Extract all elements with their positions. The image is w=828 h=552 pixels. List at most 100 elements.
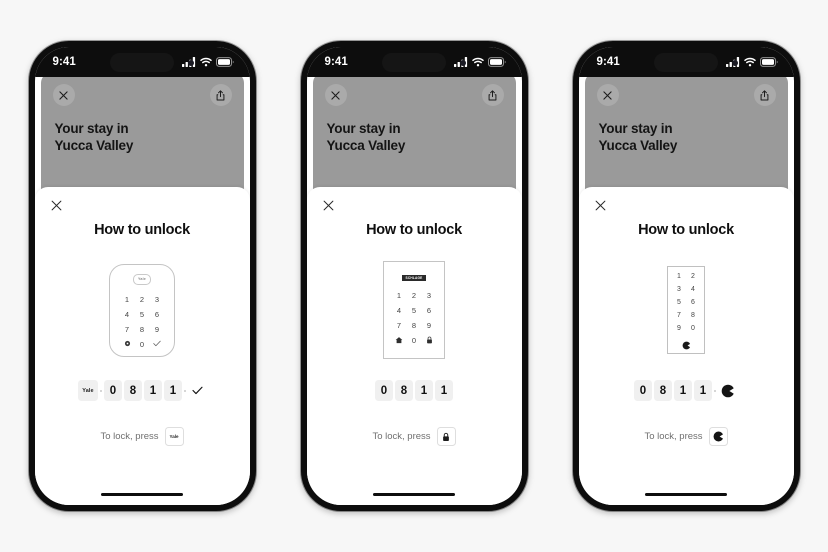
phone-mockup-schlage: 9:41 Your stay in Yucca Valley How to un…: [300, 41, 528, 511]
close-icon: [603, 90, 612, 100]
keypad-key: 9: [154, 324, 160, 334]
keypad-grid: 1 2 3 4 5 6 7 8 9 0: [392, 288, 437, 348]
lock-illustration-wrap: Yale 1 2 3 4 5 6 7 8 9 0: [109, 260, 175, 360]
lock-instruction: To lock, press: [372, 427, 456, 446]
stay-title-line1: Your stay in: [326, 121, 401, 136]
header-share-button[interactable]: [209, 84, 232, 106]
keypad-key: 1: [124, 294, 130, 304]
sheet-close-button[interactable]: [323, 198, 335, 211]
battery-icon: [215, 56, 234, 67]
stay-title: Your stay in Yucca Valley: [41, 117, 244, 155]
how-to-unlock-sheet: How to unlock Yale 1 2 3 4 5 6 7 8 9 0 Y…: [34, 187, 250, 505]
keypad-key: 3: [426, 291, 432, 300]
status-bar-time: 9:41: [52, 55, 76, 68]
unlock-code-row: 0 8 1 1: [375, 380, 453, 401]
phone-screen: 9:41 Your stay in Yucca Valley How to un…: [306, 47, 522, 505]
keypad-key: 6: [426, 306, 432, 315]
stay-header-card: Your stay in Yucca Valley: [40, 73, 244, 193]
keypad-key: 0: [411, 336, 417, 345]
sheet-title: How to unlock: [94, 222, 190, 238]
stay-header-card: Your stay in Yucca Valley: [312, 73, 516, 193]
lock-instruction-text: To lock, press: [372, 431, 431, 442]
keypad-key: 0: [691, 325, 695, 332]
keypad-key: 7: [677, 312, 681, 319]
keypad-key: 5: [411, 306, 417, 315]
code-digit: 1: [415, 380, 433, 401]
stay-title-line2: Yucca Valley: [54, 137, 134, 153]
stay-header-card: Your stay in Yucca Valley: [584, 73, 788, 193]
how-to-unlock-sheet: How to unlock SCHLAGE 1 2 3 4 5 6 7 8 9 …: [306, 187, 522, 505]
keypad-grid: 1 2 3 4 5 6 7 8 9 0: [120, 292, 165, 352]
lock-instruction-badge: [708, 427, 728, 446]
yale-brand-icon: Yale: [133, 273, 151, 285]
share-icon: [216, 89, 225, 100]
code-digit: 8: [124, 380, 142, 401]
check-icon: [153, 340, 161, 349]
header-toolbar: [313, 73, 516, 117]
close-icon: [331, 90, 340, 100]
check-icon: [191, 386, 203, 395]
keypad-key: 0: [139, 339, 145, 349]
sheet-title: How to unlock: [366, 222, 462, 238]
header-toolbar: [41, 73, 244, 117]
gear-icon: [124, 340, 131, 349]
header-share-button[interactable]: [753, 84, 776, 106]
header-toolbar: [585, 73, 788, 117]
front-camera-dot: [460, 59, 466, 66]
brand-circle-icon: [721, 384, 735, 397]
lock-illustration-wrap: SCHLAGE 1 2 3 4 5 6 7 8 9 0: [383, 260, 445, 360]
stay-title: Your stay in Yucca Valley: [313, 117, 516, 155]
schlage-brand-icon: SCHLAGE: [402, 275, 426, 281]
lock-instruction-badge: Yale: [164, 427, 184, 446]
phone-mockup-third-brand: 9:41 Your stay in Yucca Valley How to un…: [572, 41, 800, 511]
keypad-key: 2: [139, 294, 145, 304]
header-close-button[interactable]: [324, 84, 347, 106]
stay-title-line2: Yucca Valley: [326, 137, 406, 153]
code-brand-badge: Yale: [78, 380, 98, 401]
keypad-key: 6: [691, 299, 695, 306]
keypad-key: 4: [124, 309, 130, 319]
keypad-key: 8: [691, 312, 695, 319]
front-camera-dot: [188, 59, 194, 66]
keypad-key: 8: [139, 324, 145, 334]
share-icon: [488, 89, 497, 100]
lock-instruction: To lock, press: [644, 427, 728, 446]
header-share-button[interactable]: [481, 84, 504, 106]
header-close-button[interactable]: [596, 84, 619, 106]
how-to-unlock-sheet: How to unlock 1 2 3 4 5 6 7 8 9 0 0 8 1 …: [578, 187, 794, 505]
keypad-key: 4: [396, 306, 402, 315]
lock-instruction-text: To lock, press: [100, 431, 159, 442]
keypad-key: 5: [139, 309, 145, 319]
keypad-key: 5: [677, 299, 681, 306]
lock-instruction-badge: [436, 427, 456, 446]
code-digit: 0: [104, 380, 122, 401]
code-separator: [184, 389, 186, 392]
battery-icon: [487, 56, 506, 67]
lock-icon: [443, 432, 449, 441]
wifi-icon: [199, 57, 212, 66]
unlock-code-row: Yale 0 8 1 1: [78, 380, 206, 401]
home-indicator: [645, 492, 727, 496]
code-digit: 1: [694, 380, 712, 401]
keypad-key: 8: [411, 321, 417, 330]
sheet-close-button[interactable]: [595, 198, 607, 211]
close-icon: [323, 200, 333, 211]
share-icon: [760, 89, 769, 100]
keypad-key: 2: [411, 291, 417, 300]
keypad-key: 3: [154, 294, 160, 304]
keypad-key: 6: [154, 309, 160, 319]
code-digit: 8: [395, 380, 413, 401]
sheet-title: How to unlock: [638, 222, 734, 238]
keypad-key: 3: [677, 286, 681, 293]
keypad-key: 1: [396, 291, 402, 300]
sheet-close-button[interactable]: [51, 198, 63, 211]
keypad-key: 1: [677, 273, 681, 280]
close-icon: [51, 200, 61, 211]
code-digit: 0: [375, 380, 393, 401]
header-close-button[interactable]: [52, 84, 75, 106]
code-separator: [714, 389, 716, 392]
battery-icon: [759, 56, 778, 67]
brand-circle-icon: [682, 341, 691, 350]
status-bar-time: 9:41: [596, 55, 620, 68]
home-indicator: [101, 492, 183, 496]
